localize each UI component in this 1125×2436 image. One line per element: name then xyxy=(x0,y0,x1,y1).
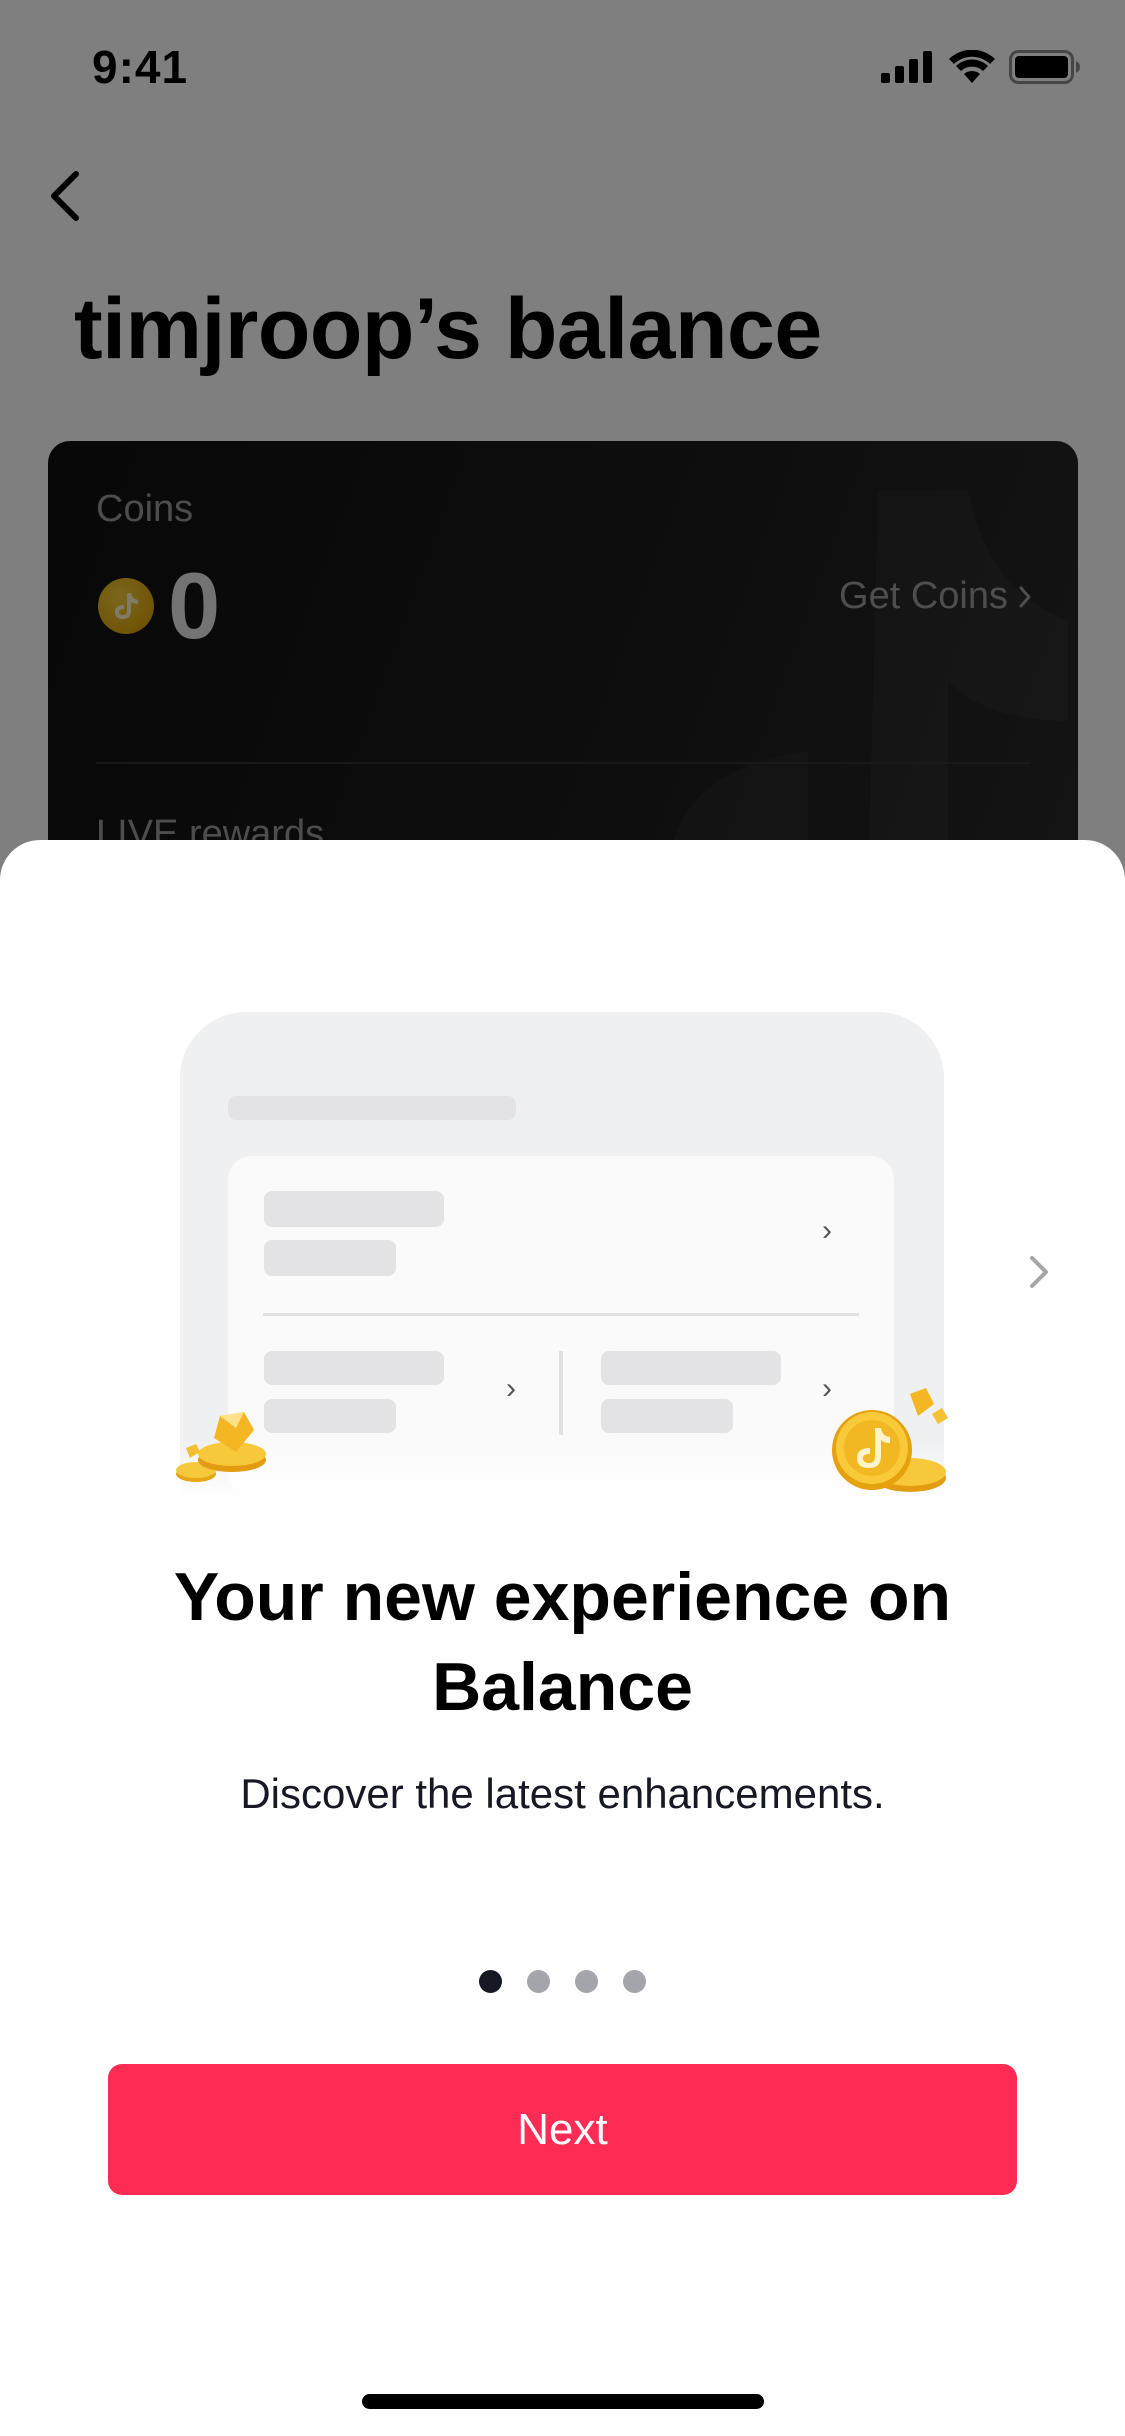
illustration-placeholder xyxy=(601,1399,733,1433)
illustration-chevron-icon: › xyxy=(506,1372,516,1405)
illustration-placeholder xyxy=(264,1191,444,1227)
illustration-placeholder xyxy=(264,1351,444,1385)
tiktok-coins-icon xyxy=(832,1388,948,1492)
illustration-divider xyxy=(263,1313,859,1316)
page-indicator xyxy=(0,1970,1125,1993)
sheet-title: Your new experience on Balance xyxy=(0,1552,1125,1732)
illustration-placeholder xyxy=(228,1096,516,1120)
illustration-placeholder xyxy=(264,1240,396,1276)
page-dot-1 xyxy=(479,1970,502,1993)
page-dot-2 xyxy=(527,1970,550,1993)
illustration-divider xyxy=(559,1351,563,1435)
sheet-title-line-2: Balance xyxy=(432,1649,693,1725)
next-button[interactable]: Next xyxy=(108,2064,1017,2195)
page-dot-3 xyxy=(575,1970,598,1993)
onboarding-sheet: › › › Your new experience on Balance Dis… xyxy=(0,840,1125,2436)
chevron-right-icon xyxy=(1030,1256,1048,1288)
illustration-placeholder xyxy=(601,1351,781,1385)
gold-coins-icon xyxy=(176,1412,266,1482)
illustration-chevron-icon: › xyxy=(822,1214,832,1247)
sheet-title-line-1: Your new experience on xyxy=(173,1559,952,1635)
illustration-placeholder xyxy=(264,1399,396,1433)
next-slide-button[interactable] xyxy=(1022,1244,1058,1300)
page-dot-4 xyxy=(623,1970,646,1993)
home-indicator[interactable] xyxy=(362,2394,764,2409)
sheet-subtitle: Discover the latest enhancements. xyxy=(240,1770,885,1817)
